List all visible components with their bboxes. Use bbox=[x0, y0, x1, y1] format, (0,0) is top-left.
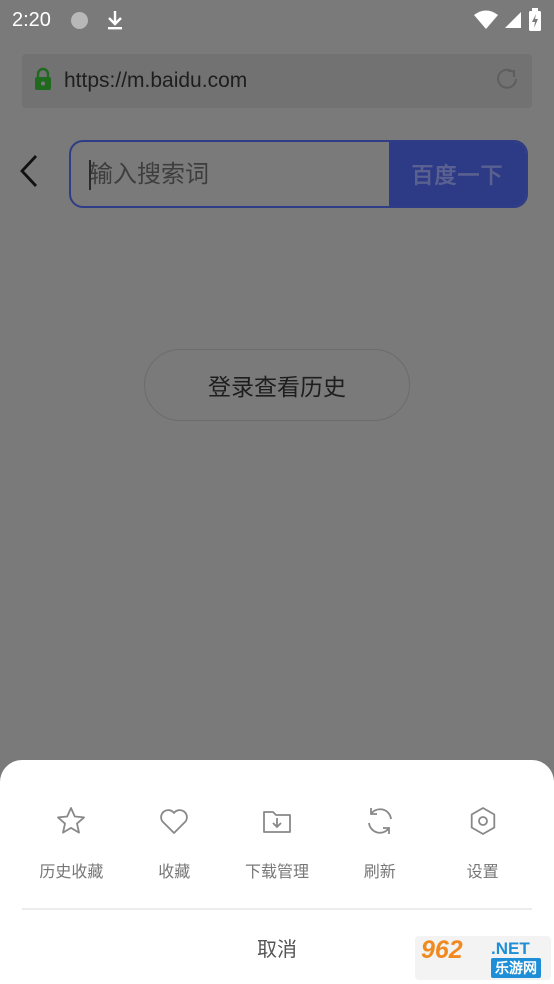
search-input[interactable] bbox=[71, 142, 389, 206]
url-text: https://m.baidu.com bbox=[64, 69, 248, 92]
download-icon bbox=[106, 9, 124, 31]
text-caret bbox=[89, 160, 91, 190]
watermark-logo: 962 .NET 乐游网 bbox=[415, 936, 551, 980]
status-icons bbox=[474, 8, 542, 32]
back-button[interactable] bbox=[16, 150, 44, 192]
action-label: 下载管理 bbox=[244, 862, 309, 881]
action-refresh[interactable]: 刷新 bbox=[328, 804, 431, 896]
action-label: 收藏 bbox=[158, 862, 191, 881]
search-form: 百度一下 bbox=[69, 140, 528, 208]
status-time: 2:20 bbox=[12, 8, 51, 31]
lock-icon bbox=[34, 67, 52, 95]
action-favorites[interactable]: 收藏 bbox=[123, 804, 226, 896]
action-history-favorites[interactable]: 历史收藏 bbox=[20, 804, 123, 896]
download-folder-icon bbox=[260, 804, 294, 838]
notification-dot-icon bbox=[70, 11, 88, 29]
wifi-icon bbox=[474, 10, 498, 29]
action-label: 刷新 bbox=[363, 862, 396, 881]
heart-icon bbox=[157, 804, 191, 838]
status-bar: 2:20 bbox=[0, 0, 554, 40]
watermark-site-name: 乐游网 bbox=[491, 958, 541, 978]
reload-icon[interactable] bbox=[494, 66, 520, 96]
bottom-sheet-actions: 历史收藏 收藏 下载管理 刷新 设置 bbox=[20, 804, 534, 896]
action-label: 历史收藏 bbox=[39, 862, 104, 881]
signal-icon bbox=[505, 12, 521, 28]
search-button[interactable]: 百度一下 bbox=[389, 142, 526, 206]
refresh-icon bbox=[363, 804, 397, 838]
battery-charging-icon bbox=[529, 8, 541, 31]
action-settings[interactable]: 设置 bbox=[431, 804, 534, 896]
watermark-number: 962 bbox=[421, 936, 463, 964]
login-history-button[interactable]: 登录查看历史 bbox=[144, 349, 410, 421]
star-icon bbox=[54, 804, 88, 838]
action-label: 设置 bbox=[466, 862, 499, 881]
settings-icon bbox=[466, 804, 500, 838]
action-download-manager[interactable]: 下载管理 bbox=[226, 804, 329, 896]
watermark-net: .NET bbox=[491, 939, 530, 958]
chevron-left-icon bbox=[20, 155, 38, 187]
address-bar[interactable]: https://m.baidu.com bbox=[22, 54, 532, 108]
